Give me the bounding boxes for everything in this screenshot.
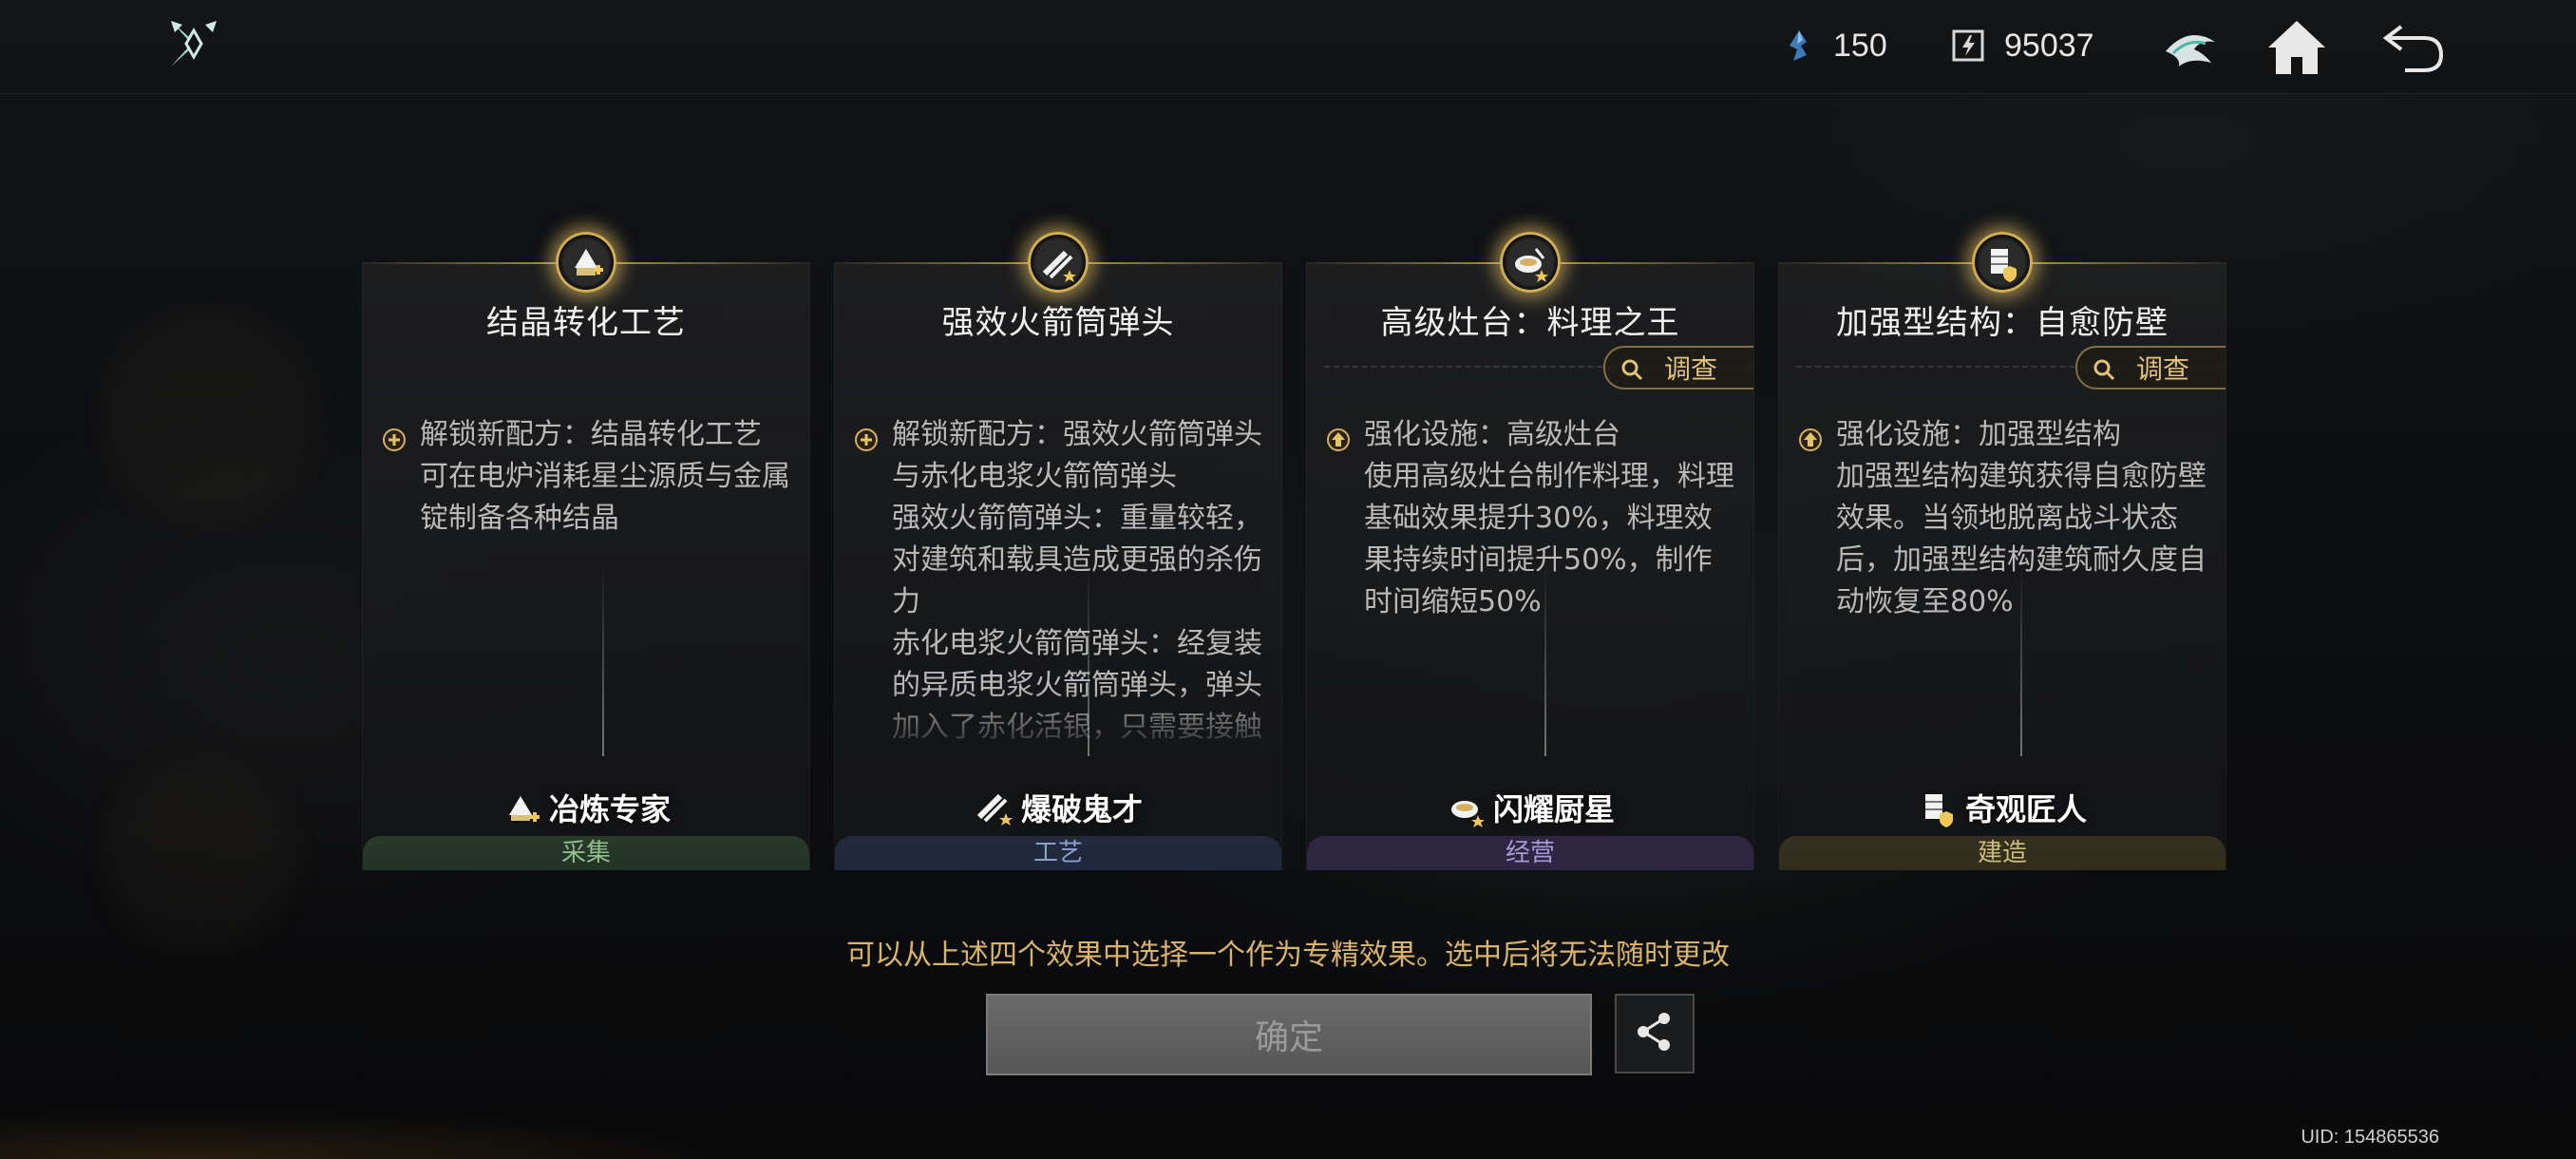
confirm-button[interactable]: 确定 bbox=[986, 994, 1592, 1075]
unlock-plus-icon bbox=[854, 423, 879, 451]
user-id: UID: 154865536 bbox=[2301, 1127, 2439, 1148]
perk-card-structure[interactable]: 加强型结构：自愈防壁 调查 强化设施：加强型结构 加强型结构建筑获得自愈防壁效果… bbox=[1778, 232, 2226, 870]
glow-line bbox=[2020, 566, 2022, 756]
description-line: 使用高级灶台制作料理，料理基础效果提升30%，料理效果持续时间提升50%，制作时… bbox=[1364, 460, 1734, 618]
perk-card-rocket[interactable]: 强效火箭筒弹头 解锁新配方：强效火箭筒弹头与赤化电浆火箭筒弹头 强效火箭筒弹头：… bbox=[834, 232, 1282, 870]
glow-line bbox=[1544, 566, 1546, 756]
description-line: 强效火箭筒弹头：重量较轻，对建筑和载具造成更强的杀伤力 bbox=[892, 502, 1262, 618]
description-line: 加强型结构建筑获得自愈防壁效果。当领地脱离战斗状态后，加强型结构建筑耐久度自动恢… bbox=[1836, 460, 2207, 618]
coin-resource: 95037 bbox=[1949, 21, 2094, 70]
description-line: 强化设施：高级灶台 bbox=[1364, 418, 1620, 451]
upgrade-arrow-icon bbox=[1326, 423, 1351, 451]
investigate-label: 调查 bbox=[2136, 353, 2190, 385]
crystal-resource: 150 bbox=[1778, 21, 1887, 70]
card-description: 强化设施：加强型结构 加强型结构建筑获得自愈防壁效果。当领地脱离战斗状态后，加强… bbox=[1798, 414, 2208, 756]
investigate-button[interactable]: 调查 bbox=[1603, 346, 1753, 390]
role-label: 冶炼专家 bbox=[363, 783, 809, 832]
category-tag: 经营 bbox=[1307, 836, 1753, 870]
upgrade-arrow-icon bbox=[1798, 423, 1823, 451]
emblem-icon[interactable] bbox=[2156, 13, 2225, 82]
coin-count: 95037 bbox=[2004, 27, 2094, 64]
structure-block-icon bbox=[1972, 232, 2033, 293]
selection-hint: 可以从上述四个效果中选择一个作为专精效果。选中后将无法随时更改 bbox=[846, 939, 1730, 972]
role-label: 爆破鬼才 bbox=[835, 783, 1281, 832]
architect-role-icon bbox=[1918, 787, 1960, 828]
perk-card-crystal[interactable]: 结晶转化工艺 解锁新配方：结晶转化工艺 可在电炉消耗星尘源质与金属锭制备各种结晶… bbox=[362, 232, 810, 870]
card-description: 强化设施：高级灶台 使用高级灶台制作料理，料理基础效果提升30%，料理效果持续时… bbox=[1326, 414, 1736, 756]
description-line: 强化设施：加强型结构 bbox=[1836, 418, 2121, 451]
description-line: 解锁新配方：结晶转化工艺 bbox=[420, 418, 762, 451]
card-title: 加强型结构：自愈防壁 bbox=[1836, 304, 2169, 342]
card-title: 高级灶台：料理之王 bbox=[1380, 304, 1680, 342]
description-line: 解锁新配方：强效火箭筒弹头与赤化电浆火箭筒弹头 bbox=[892, 418, 1262, 493]
category-tag: 工艺 bbox=[835, 836, 1281, 870]
card-title: 结晶转化工艺 bbox=[486, 304, 686, 342]
card-description: 解锁新配方：强效火箭筒弹头与赤化电浆火箭筒弹头 强效火箭筒弹头：重量较轻，对建筑… bbox=[854, 414, 1264, 756]
demolition-role-icon bbox=[974, 787, 1015, 828]
description-line: 赤化电浆火箭筒弹头：经复装的异质电浆火箭筒弹头，弹头加入了赤化活银，只需要接触就… bbox=[892, 627, 1262, 756]
home-icon[interactable] bbox=[2263, 13, 2331, 82]
role-name: 爆破鬼才 bbox=[1020, 791, 1143, 827]
background-glow bbox=[0, 1083, 855, 1159]
investigate-button[interactable]: 调查 bbox=[2075, 346, 2226, 390]
role-name: 冶炼专家 bbox=[548, 791, 671, 827]
card-description: 解锁新配方：结晶转化工艺 可在电炉消耗星尘源质与金属锭制备各种结晶 bbox=[382, 414, 792, 756]
perk-card-stove[interactable]: 高级灶台：料理之王 调查 强化设施：高级灶台 使用高级灶台制作料理，料理基础效果… bbox=[1306, 232, 1754, 870]
card-title: 强效火箭筒弹头 bbox=[941, 304, 1175, 342]
share-icon bbox=[1632, 1009, 1677, 1058]
shuriken-logo-icon[interactable] bbox=[167, 17, 220, 70]
smelter-role-icon bbox=[502, 787, 543, 828]
share-button[interactable] bbox=[1615, 994, 1695, 1074]
crystal-craft-icon bbox=[556, 232, 616, 293]
crystal-count: 150 bbox=[1833, 27, 1887, 64]
role-label: 奇观匠人 bbox=[1779, 783, 2226, 832]
unlock-plus-icon bbox=[382, 423, 407, 451]
rocket-warhead-icon bbox=[1028, 232, 1089, 293]
back-icon[interactable] bbox=[2380, 13, 2449, 82]
cooking-pot-icon bbox=[1500, 232, 1561, 293]
search-icon bbox=[1620, 356, 1643, 381]
role-name: 闪耀厨星 bbox=[1492, 791, 1615, 827]
description-line: 可在电炉消耗星尘源质与金属锭制备各种结晶 bbox=[420, 460, 790, 535]
category-tag: 采集 bbox=[363, 836, 809, 870]
glow-line bbox=[1088, 566, 1089, 756]
category-tag: 建造 bbox=[1779, 836, 2226, 870]
investigate-label: 调查 bbox=[1664, 353, 1718, 385]
top-bar: 150 95037 bbox=[0, 0, 2576, 94]
crystal-icon bbox=[1778, 27, 1816, 65]
role-name: 奇观匠人 bbox=[1964, 791, 2087, 827]
coin-icon bbox=[1949, 27, 1987, 65]
chef-role-icon bbox=[1446, 787, 1487, 828]
role-label: 闪耀厨星 bbox=[1307, 783, 1753, 832]
search-icon bbox=[2093, 356, 2115, 381]
glow-line bbox=[602, 566, 604, 756]
